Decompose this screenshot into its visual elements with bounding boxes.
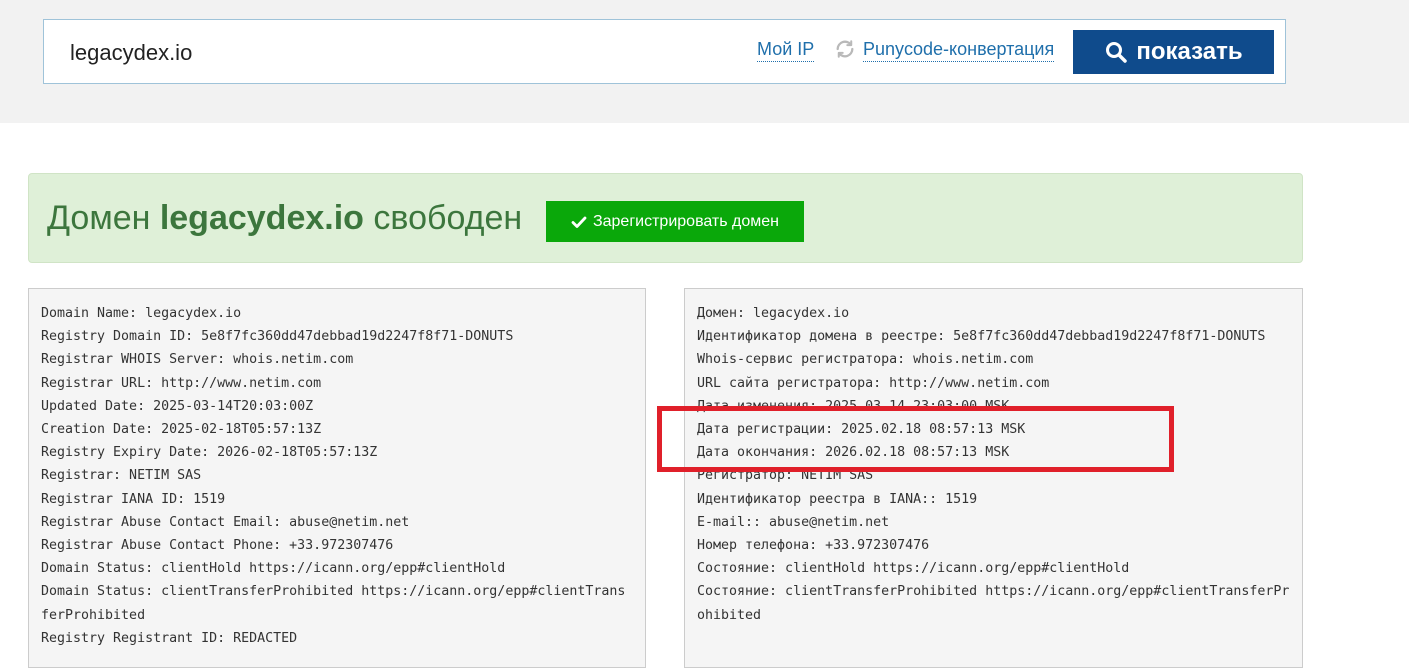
whois-raw-line: Registrar IANA ID: 1519 [41,491,226,507]
search-box: Мой IP Punycode-конвертация показать [43,19,1286,84]
whois-translated-text: Домен: legacydex.io Идентификатор домена … [697,302,1290,627]
alert-domain: legacydex.io [159,199,364,237]
whois-raw-line: Domain Status: clientHold https://icann.… [41,561,506,577]
whois-raw-line: Creation Date: 2025-02-18T05:57:13Z [41,422,322,438]
register-domain-button[interactable]: Зарегистрировать домен [546,201,804,242]
search-icon [1106,42,1128,63]
domain-available-alert: Домен legacydex.io свободен Зарегистриро… [28,173,1303,263]
whois-translated-line: E-mail:: abuse@netim.net [697,514,890,530]
whois-translated-line: Дата изменения: 2025.03.14 23:03:00 MSK [697,398,1010,414]
whois-translated-line: Дата окончания: 2026.02.18 08:57:13 MSK [697,445,1010,461]
whois-translated-line: Номер телефона: +33.972307476 [697,538,930,554]
whois-translated-panel: Домен: legacydex.io Идентификатор домена … [684,288,1303,668]
whois-raw-line: Registry Domain ID: 5e8f7fc360dd47debbad… [41,329,514,345]
whois-raw-line: Registrar WHOIS Server: whois.netim.com [41,352,354,368]
whois-translated-line: Whois-сервис регистратора: whois.netim.c… [697,352,1034,368]
domain-search-input[interactable] [70,38,670,68]
whois-translated-line: URL сайта регистратора: http://www.netim… [697,375,1050,391]
whois-translated-line: Регистратор: NETIM SAS [697,468,874,484]
refresh-icon [836,40,854,58]
show-button[interactable]: показать [1073,30,1274,74]
alert-prefix: Домен [47,199,160,237]
whois-raw-line: Domain Name: legacydex.io [41,306,242,321]
whois-translated-line: Состояние: clientHold https://icann.org/… [697,561,1130,577]
whois-translated-line: Дата регистрации: 2025.02.18 08:57:13 MS… [697,422,1026,438]
whois-translated-line: Домен: legacydex.io [697,306,850,321]
whois-raw-line: Registrar URL: http://www.netim.com [41,375,322,391]
whois-raw-line: Domain Status: clientTransferProhibited … [41,584,626,623]
punycode-link[interactable]: Punycode-конвертация [863,37,1055,62]
alert-suffix: свободен [363,199,523,237]
whois-raw-text: Domain Name: legacydex.io Registry Domain… [41,302,633,650]
whois-raw-line: Updated Date: 2025-03-14T20:03:00Z [41,398,314,414]
whois-raw-line: Registrar Abuse Contact Phone: +33.97230… [41,538,394,554]
alert-title: Домен legacydex.io свободен [47,198,522,238]
whois-raw-panel: Domain Name: legacydex.io Registry Domain… [28,288,646,668]
my-ip-link[interactable]: Мой IP [757,37,815,62]
show-button-label: показать [1136,38,1243,65]
check-icon [571,216,587,228]
whois-translated-line: Идентификатор реестра в IANA:: 1519 [697,491,978,507]
whois-raw-line: Registrar: NETIM SAS [41,468,202,484]
register-domain-label: Зарегистрировать домен [592,212,780,230]
whois-raw-line: Registrar Abuse Contact Email: abuse@net… [41,514,410,530]
whois-raw-line: Registry Registrant ID: REDACTED [41,630,298,646]
whois-translated-line: Идентификатор домена в реестре: 5e8f7fc3… [697,329,1266,345]
whois-raw-line: Registry Expiry Date: 2026-02-18T05:57:1… [41,445,378,461]
whois-translated-line: Состояние: clientTransferProhibited http… [697,584,1290,623]
